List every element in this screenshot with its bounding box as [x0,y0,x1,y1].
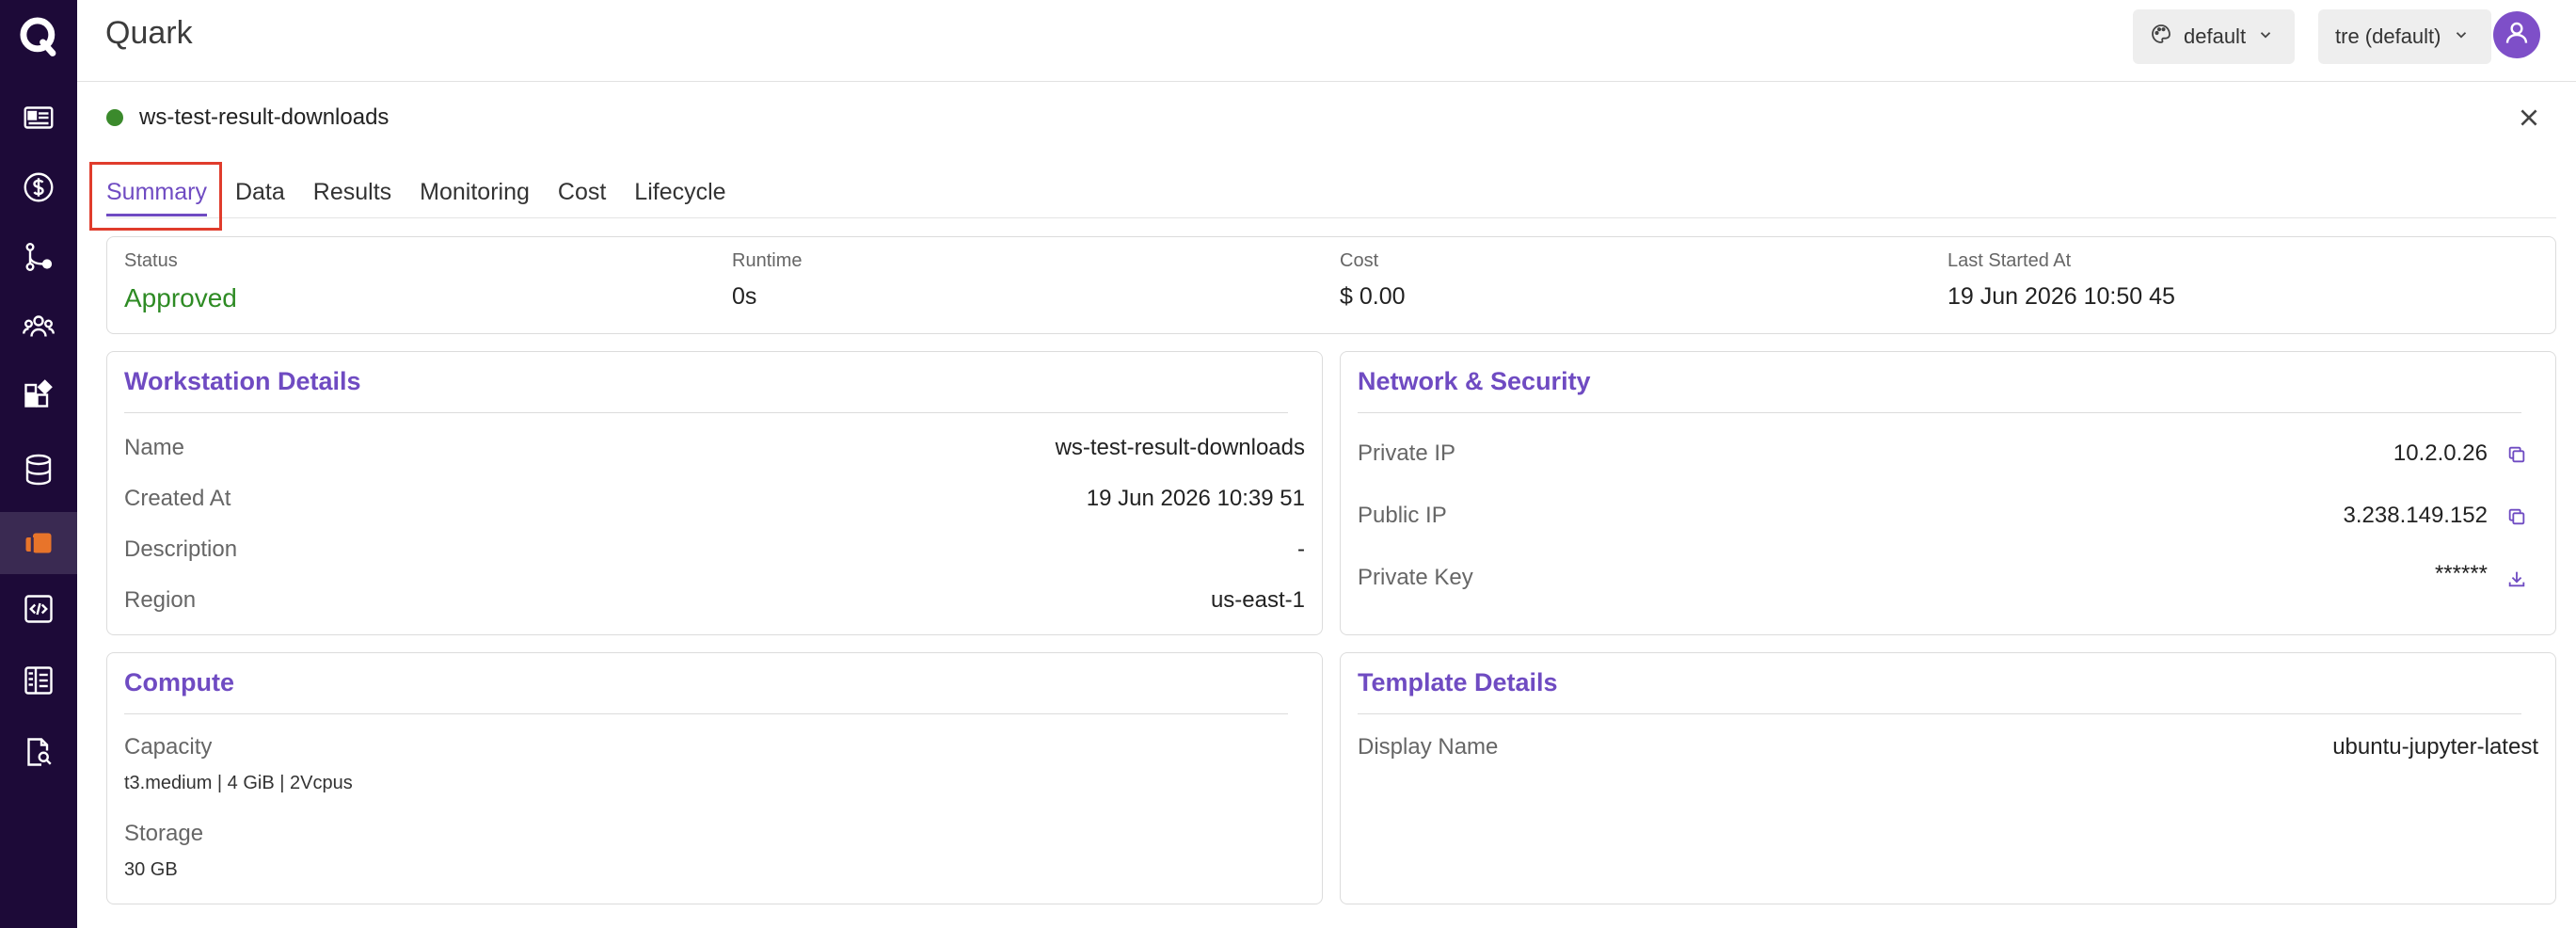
copy-icon[interactable] [2504,442,2529,467]
sidebar-item-pipelines-icon[interactable] [0,226,77,288]
capacity-value: t3.medium | 4 GiB | 2Vcpus [124,773,353,793]
last-started-label: Last Started At [1948,250,2072,271]
workspace-select[interactable]: tre (default) [2318,9,2491,64]
storage-value: 30 GB [124,859,178,880]
runtime-value: 0s [732,283,757,310]
template-details-card: Template Details Display Name ubuntu-jup… [1340,652,2556,904]
card-divider [124,713,1288,714]
status-field: Status Approved [124,250,237,313]
detail-label: Region [124,587,197,613]
network-security-card: Network & Security Private IP 10.2.0.26 … [1340,351,2556,635]
card-title: Template Details [1358,668,1558,696]
sidebar [0,0,77,928]
runtime-field: Runtime 0s [732,250,802,311]
last-started-field: Last Started At 19 Jun 2026 10:50 45 [1948,250,2175,311]
cost-value: $ 0.00 [1340,283,1406,310]
private-key-value: ****** [2434,561,2488,586]
quark-logo[interactable] [8,9,70,62]
theme-select[interactable]: default [2133,9,2295,64]
workstation-details-card: Workstation Details Name ws-test-result-… [106,351,1323,635]
sidebar-item-dashboard-icon[interactable] [0,87,77,149]
status-value: Approved [124,283,237,312]
tab-cost[interactable]: Cost [558,179,606,216]
card-title: Compute [124,668,234,696]
storage-label: Storage [124,821,204,846]
detail-label: Created At [124,486,231,511]
private-key-label: Private Key [1358,565,1473,590]
card-title: Workstation Details [124,367,361,395]
cost-field: Cost $ 0.00 [1340,250,1406,311]
sidebar-item-users-icon[interactable] [0,296,77,358]
sidebar-item-billing-icon[interactable] [0,156,77,218]
detail-label: Name [124,435,185,460]
sidebar-item-notebooks-icon[interactable] [0,649,77,712]
private-ip-label: Private IP [1358,440,1456,466]
public-ip-label: Public IP [1358,503,1447,528]
status-label: Status [124,250,178,271]
sidebar-item-database-icon[interactable] [0,439,77,501]
user-icon [2502,18,2532,53]
detail-value: us-east-1 [1210,587,1305,613]
capacity-label: Capacity [124,734,213,760]
public-ip-value: 3.238.149.152 [2343,503,2488,528]
detail-value: - [1297,536,1305,562]
card-divider [1358,713,2521,714]
copy-icon[interactable] [2504,504,2529,529]
tab-lifecycle[interactable]: Lifecycle [634,179,725,216]
private-ip-value: 10.2.0.26 [2393,440,2488,466]
status-indicator-dot [106,109,123,126]
workspace-select-value: tre (default) [2335,24,2441,48]
highlight-annotation [89,162,222,231]
card-divider [1358,412,2521,413]
theme-select-value: default [2184,24,2247,48]
detail-value: 19 Jun 2026 10:39 51 [1086,486,1305,511]
sidebar-item-code-icon[interactable] [0,578,77,640]
sidebar-item-workstations-icon[interactable] [0,512,77,574]
sidebar-item-apps-icon[interactable] [0,365,77,427]
last-started-value: 19 Jun 2026 10:50 45 [1948,283,2175,310]
tab-results[interactable]: Results [313,179,391,216]
compute-card: Compute Capacity t3.medium | 4 GiB | 2Vc… [106,652,1323,904]
tabs-divider [106,217,2556,218]
download-icon[interactable] [2504,567,2529,591]
palette-icon [2150,23,2172,51]
user-avatar[interactable] [2493,11,2540,58]
detail-label: Description [124,536,238,562]
display-name-label: Display Name [1358,734,1499,760]
chevron-down-icon [2453,24,2470,49]
card-title: Network & Security [1358,367,1591,395]
detail-value: ws-test-result-downloads [1055,435,1305,460]
close-button[interactable] [2512,105,2546,134]
cost-label: Cost [1340,250,1379,271]
display-name-value: ubuntu-jupyter-latest [2332,734,2538,760]
runtime-label: Runtime [732,250,803,271]
close-icon [2517,105,2541,135]
tab-data[interactable]: Data [235,179,285,216]
chevron-down-icon [2257,24,2274,49]
tab-monitoring[interactable]: Monitoring [420,179,530,216]
sidebar-item-search-docs-icon[interactable] [0,721,77,783]
top-header: Quark default tre (default) [77,0,2576,82]
summary-strip: Status Approved Runtime 0s Cost $ 0.00 L… [106,236,2556,334]
workstation-name-title: ws-test-result-downloads [139,104,390,130]
card-divider [124,412,1288,413]
app-title: Quark [105,15,193,51]
